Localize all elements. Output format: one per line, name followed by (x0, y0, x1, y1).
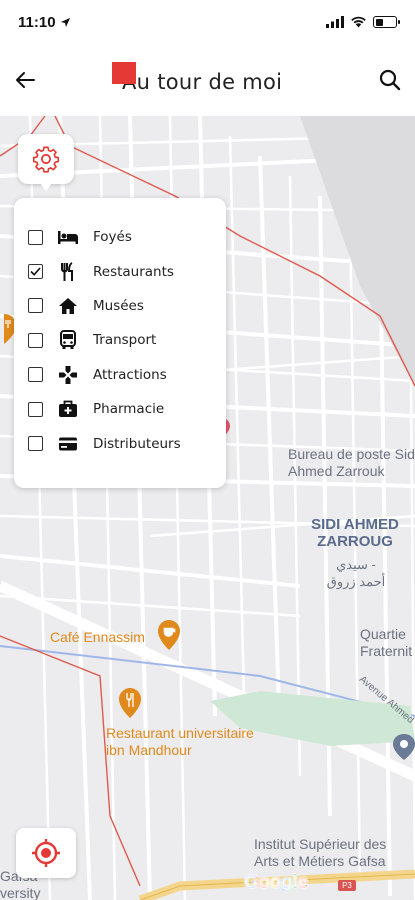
filter-label: Musées (93, 297, 144, 314)
filter-label: Foyés (93, 229, 132, 246)
arrow-left-icon (16, 72, 35, 88)
status-time: 11:10 (18, 14, 71, 31)
checkbox-checked[interactable] (28, 264, 43, 280)
bus-icon (57, 329, 79, 351)
locate-me-button[interactable] (16, 828, 76, 878)
checkbox[interactable] (28, 298, 43, 314)
filter-label: Distributeurs (93, 435, 181, 452)
google-text: Google (244, 872, 308, 893)
restaurant-univ-text: Restaurant universitaire ibn Mandhour (106, 725, 254, 758)
filter-label: Pharmacie (93, 401, 165, 418)
quartier-label: Quartie Fraternit (360, 626, 415, 660)
bed-icon (57, 226, 79, 248)
post-office-text: Bureau de poste Sidi Ahmed Zarrouk (288, 446, 415, 479)
filter-item-transport[interactable]: Transport (14, 323, 226, 357)
cellular-signal-icon (326, 16, 344, 28)
restaurant-marker[interactable] (119, 688, 141, 718)
filter-label: Restaurants (93, 263, 174, 280)
institut-text: Institut Supérieur des Arts et Métiers G… (254, 836, 387, 869)
battery-icon (373, 16, 400, 28)
filter-label: Attractions (93, 366, 167, 383)
district-text: SIDI AHMED ZARROUG (311, 516, 399, 550)
restaurant-univ-label: Restaurant universitaire ibn Mandhour (106, 725, 286, 759)
checkmark-icon (30, 267, 41, 276)
checkbox[interactable] (28, 401, 43, 417)
quartier-text: Quartie Fraternit (360, 626, 413, 659)
location-arrow-icon (60, 17, 70, 27)
filter-item-musees[interactable]: Musées (14, 289, 226, 323)
google-logo: Google (244, 872, 308, 894)
fork-knife-icon (57, 261, 79, 283)
medical-bag-icon (57, 398, 79, 420)
credit-card-icon (57, 433, 79, 455)
search-button[interactable] (375, 65, 405, 95)
checkbox[interactable] (28, 332, 43, 348)
cafe-text: Café Ennassim (50, 629, 145, 645)
page-title: Au tour de moi (122, 70, 283, 94)
title-wrap: Au tour de moi (112, 62, 282, 94)
filter-label: Transport (93, 332, 157, 349)
filter-panel: Foyés Restaurants Musées Transport Attra… (14, 198, 226, 488)
post-office-label: Bureau de poste Sidi Ahmed Zarrouk (288, 446, 415, 480)
home-icon (57, 295, 79, 317)
game-pad-icon (57, 364, 79, 386)
time-text: 11:10 (18, 13, 56, 31)
road-badge-text: P3 (342, 881, 352, 890)
target-location-icon (32, 839, 60, 867)
district-arabic-text: سيدي - أحمد زروق (326, 557, 386, 589)
status-bar: 11:10 (0, 0, 415, 44)
cafe-label: Café Ennassim (50, 629, 145, 646)
title-marker (112, 62, 136, 84)
district-arabic-label: سيدي - أحمد زروق (316, 556, 396, 590)
institut-label: Institut Supérieur des Arts et Métiers G… (254, 836, 414, 870)
cafe-marker[interactable] (158, 620, 180, 650)
app-header: Au tour de moi (0, 44, 415, 116)
status-icons (326, 16, 400, 28)
road-badge: P3 (338, 880, 356, 891)
filter-item-restaurants[interactable]: Restaurants (14, 254, 226, 288)
checkbox[interactable] (28, 367, 43, 383)
search-icon (379, 69, 401, 91)
district-label: SIDI AHMED ZARROUG (300, 516, 410, 550)
gear-icon (32, 146, 60, 173)
settings-button[interactable] (18, 134, 74, 191)
filter-item-distributeurs[interactable]: Distributeurs (14, 426, 226, 460)
filter-item-attractions[interactable]: Attractions (14, 358, 226, 392)
filter-item-pharmacie[interactable]: Pharmacie (14, 392, 226, 426)
checkbox[interactable] (28, 229, 43, 245)
filter-item-foyes[interactable]: Foyés (14, 220, 226, 254)
wifi-icon (351, 16, 366, 28)
checkbox[interactable] (28, 436, 43, 452)
back-button[interactable] (10, 65, 40, 95)
